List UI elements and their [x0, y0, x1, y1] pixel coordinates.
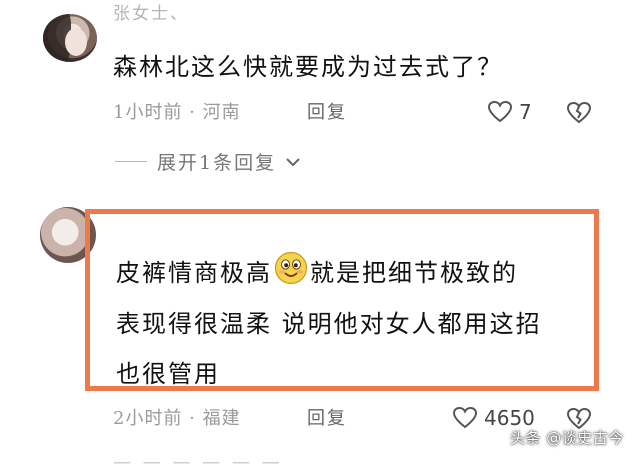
comment-meta: 1小时前 · 河南: [113, 102, 241, 123]
heart-icon: [487, 100, 513, 123]
comment-author[interactable]: 张女士、: [113, 4, 189, 24]
avatar[interactable]: [43, 14, 97, 62]
heart-icon: [452, 406, 478, 429]
comment-meta: 2小时前 · 福建: [113, 408, 241, 429]
next-comment-peek: 一 一 一 一 一 一: [113, 454, 283, 475]
broken-heart-icon: [566, 101, 592, 124]
reply-button[interactable]: 回复: [307, 407, 347, 431]
comment-text-part: 就是把细节极致的: [310, 259, 518, 287]
comment-text-part: 皮裤情商极高: [116, 259, 272, 287]
watermark: 头条 @谈史古今: [510, 429, 624, 447]
chevron-down-icon: [286, 157, 300, 166]
like-count: 7: [519, 100, 532, 124]
like-button[interactable]: 7: [487, 100, 532, 124]
dislike-button[interactable]: [566, 101, 592, 129]
reply-button[interactable]: 回复: [307, 101, 347, 125]
smile-emoji-icon: [274, 251, 308, 294]
expand-replies[interactable]: 展开1条回复: [115, 148, 300, 175]
comment-text-line-1: 皮裤情商极高 就是把细节极致的: [116, 251, 518, 296]
comment-text-line-2: 表现得很温柔 说明他对女人都用这招: [116, 310, 542, 338]
comment-text: 森林北这么快就要成为过去式了？: [113, 53, 503, 81]
comment-text-line-3: 也很管用: [116, 360, 220, 388]
divider: [115, 161, 147, 162]
expand-replies-label: 展开1条回复: [157, 152, 277, 174]
